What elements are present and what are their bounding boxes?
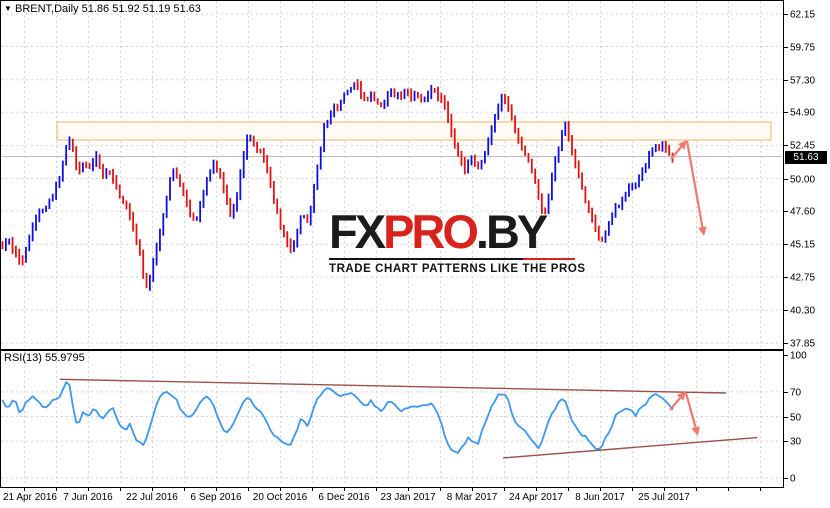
time-tick-mark <box>568 488 569 491</box>
rsi-indicator-label: RSI(13) <box>4 352 42 364</box>
time-tick-mark <box>600 488 601 491</box>
axis-tick-mark <box>783 417 788 418</box>
logo-part-by: BY <box>485 205 548 258</box>
date-label: 8 Jun 2017 <box>575 492 625 503</box>
axis-tick-mark <box>783 478 788 479</box>
axis-tick-mark <box>783 80 788 81</box>
logo-part-fx: FX <box>329 205 386 258</box>
date-label: 7 Jun 2016 <box>63 492 113 503</box>
current-price-badge: 51.63 <box>785 151 827 164</box>
forecast-arrow-line <box>684 392 697 428</box>
time-tick-mark <box>376 488 377 491</box>
date-label: 6 Sep 2016 <box>190 492 242 503</box>
time-tick-mark <box>24 488 25 491</box>
main-panel-frame <box>0 0 784 350</box>
price-tick-label: 50.00 <box>790 174 816 185</box>
time-tick-mark <box>344 488 345 491</box>
time-axis[interactable]: 21 Apr 2016 7 Jun 2016 22 Jul 2016 6 Sep 20… <box>0 488 830 508</box>
rsi-value: 55.9795 <box>44 352 85 364</box>
axis-tick-mark <box>783 310 788 311</box>
date-label: 8 Mar 2017 <box>446 492 498 503</box>
forecast-arrowhead[interactable] <box>698 226 707 236</box>
axis-tick-mark <box>783 343 788 344</box>
time-tick-mark <box>504 488 505 491</box>
price-tick-label: 37.85 <box>790 338 816 349</box>
chart-window: FXPRO.BY TRADE CHART PATTERNS LIKE THE P… <box>0 0 830 508</box>
time-tick-mark <box>152 488 153 491</box>
rsi-tick-label: 30 <box>790 436 802 447</box>
main-chart-canvas[interactable] <box>0 0 784 350</box>
axis-tick-mark <box>783 277 788 278</box>
symbol-timeframe-label: BRENT,Daily <box>14 3 79 15</box>
time-tick-mark <box>184 488 185 491</box>
axis-tick-mark <box>783 112 788 113</box>
fxpro-watermark: FXPRO.BY TRADE CHART PATTERNS LIKE THE P… <box>329 208 585 275</box>
forecast-arrow-line <box>669 397 682 411</box>
ohlc-readout: 51.86 51.92 51.19 51.63 <box>81 3 201 15</box>
time-tick-mark <box>248 488 249 491</box>
time-tick-mark <box>664 488 665 491</box>
time-tick-mark <box>120 488 121 491</box>
axis-tick-mark <box>783 179 788 180</box>
price-tick-label: 52.45 <box>790 140 816 151</box>
rsi-tick-label: 50 <box>790 412 802 423</box>
date-label: 21 Apr 2016 <box>3 492 57 503</box>
time-tick-mark <box>472 488 473 491</box>
price-tick-label: 42.75 <box>790 272 816 283</box>
time-tick-mark <box>312 488 313 491</box>
axis-tick-mark <box>783 211 788 212</box>
time-tick-mark <box>696 488 697 491</box>
price-tick-label: 54.90 <box>790 107 816 118</box>
time-tick-mark <box>536 488 537 491</box>
rsi-tick-label: 100 <box>790 350 807 361</box>
date-label: 6 Dec 2016 <box>318 492 370 503</box>
time-tick-mark <box>216 488 217 491</box>
date-label: 23 Jan 2017 <box>380 492 436 503</box>
rsi-lower-trendline[interactable] <box>502 436 758 459</box>
axis-tick-mark <box>783 244 788 245</box>
axis-tick-mark <box>783 14 788 15</box>
symbol-collapse-icon[interactable]: ▼ <box>4 4 12 13</box>
fxpro-logo: FXPRO.BY <box>329 208 575 255</box>
time-tick-mark <box>760 488 761 491</box>
price-tick-label: 40.30 <box>790 305 816 316</box>
resistance-zone-rectangle[interactable] <box>56 121 772 141</box>
axis-tick-mark <box>783 355 788 356</box>
rsi-tick-label: 0 <box>790 473 796 484</box>
rsi-title: RSI(13) 55.9795 <box>4 352 85 364</box>
date-label: 25 Jul 2017 <box>638 492 690 503</box>
axis-tick-mark <box>783 441 788 442</box>
chart-title: ▼ BRENT,Daily 51.86 51.92 51.19 51.63 <box>4 3 201 15</box>
forecast-arrowhead[interactable] <box>691 426 700 436</box>
time-tick-mark <box>632 488 633 491</box>
forecast-arrow-line <box>685 140 704 228</box>
time-tick-mark <box>728 488 729 491</box>
time-tick-mark <box>408 488 409 491</box>
axis-tick-mark <box>783 47 788 48</box>
date-label: 20 Oct 2016 <box>252 492 308 503</box>
price-tick-label: 45.15 <box>790 239 816 250</box>
price-tick-label: 47.60 <box>790 206 816 217</box>
logo-part-pro: PRO <box>383 205 479 258</box>
time-tick-mark <box>440 488 441 491</box>
time-tick-mark <box>88 488 89 491</box>
logo-part-dot: . <box>475 205 489 258</box>
date-label: 22 Jul 2016 <box>126 492 178 503</box>
time-tick-mark <box>280 488 281 491</box>
rsi-indicator-canvas[interactable] <box>0 350 784 488</box>
rsi-line <box>1 381 674 454</box>
axis-tick-mark <box>783 392 788 393</box>
date-label: 24 Apr 2017 <box>509 492 563 503</box>
rsi-upper-trendline[interactable] <box>59 378 727 394</box>
price-tick-label: 57.30 <box>790 75 816 86</box>
price-tick-label: 62.15 <box>790 9 816 20</box>
rsi-tick-label: 70 <box>790 387 802 398</box>
watermark-tagline: TRADE CHART PATTERNS LIKE THE PROS <box>329 258 585 275</box>
price-tick-label: 59.75 <box>790 42 816 53</box>
time-tick-mark <box>56 488 57 491</box>
tagline-red-rule <box>523 258 575 261</box>
axis-tick-mark <box>783 145 788 146</box>
